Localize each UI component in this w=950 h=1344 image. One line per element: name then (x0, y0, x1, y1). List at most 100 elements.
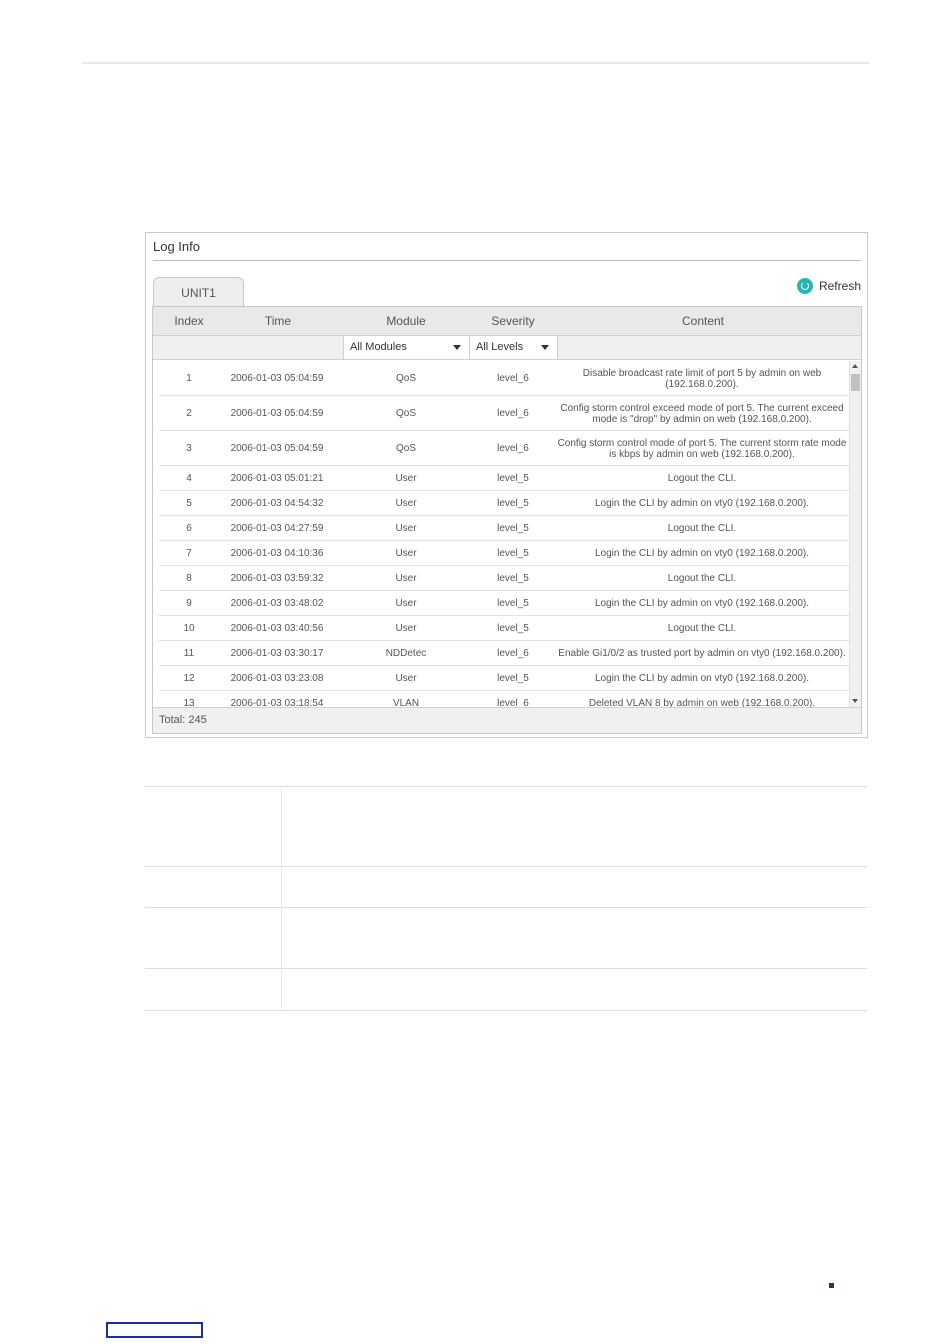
filter-row: All Modules All Levels (153, 336, 861, 360)
column-header-time[interactable]: Time (225, 307, 331, 336)
cell-module: QoS (395, 408, 416, 419)
cell-content: Login the CLI by admin on vty0 (192.168.… (594, 598, 810, 609)
cell-severity: level_5 (497, 623, 529, 634)
severity-filter-select[interactable]: All Levels (469, 336, 558, 359)
cell-content: Logout the CLI. (667, 573, 737, 584)
cell-severity: level_6 (497, 373, 529, 384)
cell-index: 11 (183, 648, 195, 659)
cell-content: Logout the CLI. (667, 623, 737, 634)
cell-severity: level_5 (497, 598, 529, 609)
cell-time: 2006-01-03 03:40:56 (230, 623, 324, 634)
cell-time: 2006-01-03 03:59:32 (230, 573, 324, 584)
column-header-module[interactable]: Module (343, 307, 469, 336)
cell-severity: level_5 (497, 523, 529, 534)
cell-content: Logout the CLI. (667, 523, 737, 534)
cell-time: 2006-01-03 04:10:36 (230, 548, 324, 559)
cell-time: 2006-01-03 03:48:02 (230, 598, 324, 609)
cell-severity: level_6 (497, 408, 529, 419)
table-row[interactable]: 8 2006-01-03 03:59:32 User level_5 Logout th… (159, 566, 849, 591)
cell-time: 2006-01-03 04:54:32 (230, 498, 324, 509)
refresh-button[interactable]: Refresh (796, 278, 861, 294)
cell-module: QoS (395, 373, 416, 384)
log-rows[interactable]: 1 2006-01-03 05:04:59 QoS level_6 Disable br… (153, 361, 849, 707)
panel-title: Log Info (153, 239, 200, 254)
cell-index: 3 (186, 443, 192, 454)
cell-content: Login the CLI by admin on vty0 (192.168.… (594, 498, 810, 509)
cell-time: 2006-01-03 04:27:59 (230, 523, 324, 534)
page-marker (829, 1283, 834, 1288)
scroll-up-icon[interactable] (852, 364, 858, 368)
table-divider (145, 968, 867, 969)
table-total: Total: 245 (153, 707, 861, 733)
cell-index: 6 (186, 523, 192, 534)
cell-severity: level_6 (497, 648, 529, 659)
scroll-thumb[interactable] (851, 374, 860, 391)
table-row[interactable]: 9 2006-01-03 03:48:02 User level_5 Login the… (159, 591, 849, 616)
cell-index: 13 (183, 698, 195, 707)
table-row[interactable]: 4 2006-01-03 05:01:21 User level_5 Logout th… (159, 466, 849, 491)
column-divider (281, 787, 282, 1010)
cell-severity: level_6 (497, 698, 529, 707)
column-header-content[interactable]: Content (557, 307, 849, 336)
table-scrollbar[interactable] (849, 361, 861, 707)
module-filter-select[interactable]: All Modules (343, 336, 470, 359)
cell-severity: level_5 (497, 673, 529, 684)
cell-content: Login the CLI by admin on vty0 (192.168.… (594, 673, 810, 684)
chevron-down-icon (453, 345, 461, 350)
table-row[interactable]: 13 2006-01-03 03:18:54 VLAN level_6 Deleted … (159, 691, 849, 707)
table-divider (145, 907, 867, 908)
refresh-label: Refresh (818, 279, 861, 293)
table-row[interactable]: 1 2006-01-03 05:04:59 QoS level_6 Disable br… (159, 361, 849, 396)
cell-time: 2006-01-03 05:04:59 (230, 373, 324, 384)
table-header: Index Time Module Severity Content (153, 307, 861, 336)
cell-severity: level_5 (497, 573, 529, 584)
column-header-index[interactable]: Index (153, 307, 225, 336)
cell-time: 2006-01-03 03:30:17 (230, 648, 324, 659)
cell-time: 2006-01-03 03:23:08 (230, 673, 324, 684)
table-row[interactable]: 3 2006-01-03 05:04:59 QoS level_6 Config sto… (159, 431, 849, 466)
cell-index: 5 (186, 498, 192, 509)
table-row[interactable]: 2 2006-01-03 05:04:59 QoS level_6 Config sto… (159, 396, 849, 431)
cell-index: 1 (186, 373, 192, 384)
log-info-panel: Log Info UNIT1 Refresh Index Time Module… (145, 232, 868, 738)
refresh-icon (796, 278, 813, 294)
cell-module: User (395, 573, 417, 584)
title-divider (153, 260, 861, 261)
cell-content: Disable broadcast rate limit of port 5 b… (582, 367, 822, 390)
cell-module: VLAN (392, 698, 420, 707)
cell-time: 2006-01-03 05:01:21 (230, 473, 324, 484)
cell-content: Config storm control exceed mode of port… (560, 402, 844, 425)
back-link[interactable] (106, 1322, 203, 1338)
cell-index: 2 (186, 408, 192, 419)
cell-index: 9 (186, 598, 192, 609)
cell-module: User (395, 523, 417, 534)
table-row[interactable]: 12 2006-01-03 03:23:08 User level_5 Login th… (159, 666, 849, 691)
cell-module: NDDetec (385, 648, 427, 659)
cell-time: 2006-01-03 03:18:54 (230, 698, 324, 707)
cell-content: Deleted VLAN 8 by admin on web (192.168.… (588, 698, 816, 707)
cell-content: Enable Gi1/0/2 as trusted port by admin … (558, 648, 846, 659)
table-row[interactable]: 11 2006-01-03 03:30:17 NDDetec level_6 Enabl… (159, 641, 849, 666)
cell-time: 2006-01-03 05:04:59 (230, 408, 324, 419)
cell-module: User (395, 473, 417, 484)
table-row[interactable]: 6 2006-01-03 04:27:59 User level_5 Logout th… (159, 516, 849, 541)
cell-module: User (395, 598, 417, 609)
table-row[interactable]: 7 2006-01-03 04:10:36 User level_5 Login the… (159, 541, 849, 566)
table-row[interactable]: 5 2006-01-03 04:54:32 User level_5 Login the… (159, 491, 849, 516)
cell-module: User (395, 498, 417, 509)
chevron-down-icon (541, 345, 549, 350)
table-divider (145, 1010, 867, 1011)
scroll-down-icon[interactable] (852, 699, 858, 703)
cell-module: QoS (395, 443, 416, 454)
cell-index: 10 (183, 623, 195, 634)
cell-module: User (395, 623, 417, 634)
log-table: Index Time Module Severity Content All M… (152, 306, 862, 734)
module-filter-value: All Modules (350, 341, 407, 353)
table-row[interactable]: 10 2006-01-03 03:40:56 User level_5 Logout t… (159, 616, 849, 641)
cell-time: 2006-01-03 05:04:59 (230, 443, 324, 454)
column-header-severity[interactable]: Severity (469, 307, 557, 336)
cell-index: 4 (186, 473, 192, 484)
cell-content: Login the CLI by admin on vty0 (192.168.… (594, 548, 810, 559)
cell-severity: level_6 (497, 443, 529, 454)
tab-unit1[interactable]: UNIT1 (153, 277, 244, 307)
